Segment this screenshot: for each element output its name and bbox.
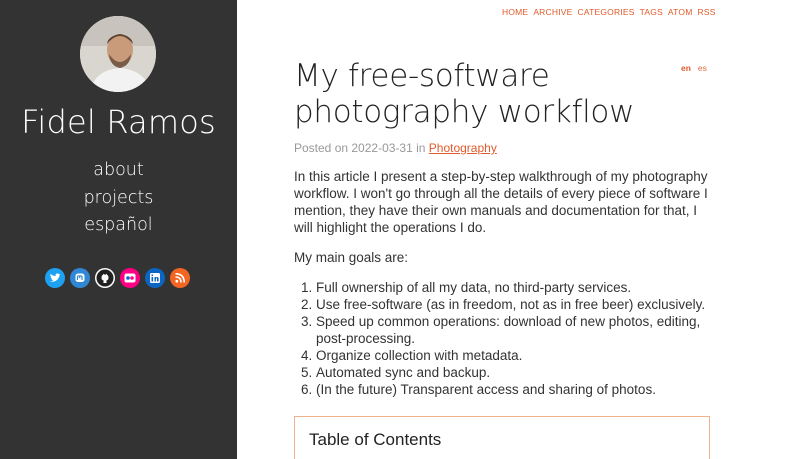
twitter-icon[interactable] (45, 268, 65, 288)
post-category[interactable]: Photography (429, 141, 497, 155)
site-name[interactable]: Fidel Ramos (0, 103, 237, 141)
sidebar-link-about[interactable]: about (0, 157, 237, 185)
nav-tags[interactable]: TAGS (640, 7, 663, 17)
sidebar-link-espanol[interactable]: español (0, 212, 237, 240)
avatar-photo (80, 16, 156, 92)
list-item: (In the future) Transparent access and s… (316, 381, 714, 398)
goals-heading: My main goals are: (294, 250, 409, 265)
mastodon-icon[interactable] (70, 268, 90, 288)
list-item: Full ownership of all my data, no third-… (316, 279, 714, 296)
post-content: In this article I present a step-by-step… (294, 168, 714, 398)
intro-paragraph: In this article I present a step-by-step… (294, 169, 708, 235)
top-nav: HOME ARCHIVE CATEGORIES TAGS ATOM RSS (502, 7, 716, 17)
list-item: Use free-software (as in freedom, not as… (316, 296, 714, 313)
social-links (45, 268, 190, 288)
table-of-contents: Table of Contents (294, 416, 710, 459)
post-date: Posted on 2022-03-31 in (294, 141, 429, 155)
toc-title: Table of Contents (309, 430, 442, 449)
nav-categories[interactable]: CATEGORIES (578, 7, 635, 17)
post-title: My free-software photography workflow (294, 58, 635, 130)
sidebar-link-projects[interactable]: projects (0, 185, 237, 213)
avatar[interactable] (80, 16, 156, 92)
github-icon[interactable] (95, 268, 115, 288)
nav-rss[interactable]: RSS (698, 7, 716, 17)
article: My free-software photography workflow Po… (294, 58, 714, 398)
list-item: Automated sync and backup. (316, 364, 714, 381)
sidebar-nav: about projects español (0, 157, 237, 240)
sidebar: Fidel Ramos about projects español (0, 0, 237, 459)
nav-atom[interactable]: ATOM (668, 7, 693, 17)
nav-archive[interactable]: ARCHIVE (533, 7, 572, 17)
list-item: Organize collection with metadata. (316, 347, 714, 364)
post-meta: Posted on 2022-03-31 in Photography (294, 141, 714, 155)
flickr-icon[interactable] (120, 268, 140, 288)
list-item: Speed up common operations: download of … (316, 313, 714, 347)
nav-home[interactable]: HOME (502, 7, 528, 17)
linkedin-icon[interactable] (145, 268, 165, 288)
rss-icon[interactable] (170, 268, 190, 288)
goals-list: Full ownership of all my data, no third-… (316, 279, 714, 398)
